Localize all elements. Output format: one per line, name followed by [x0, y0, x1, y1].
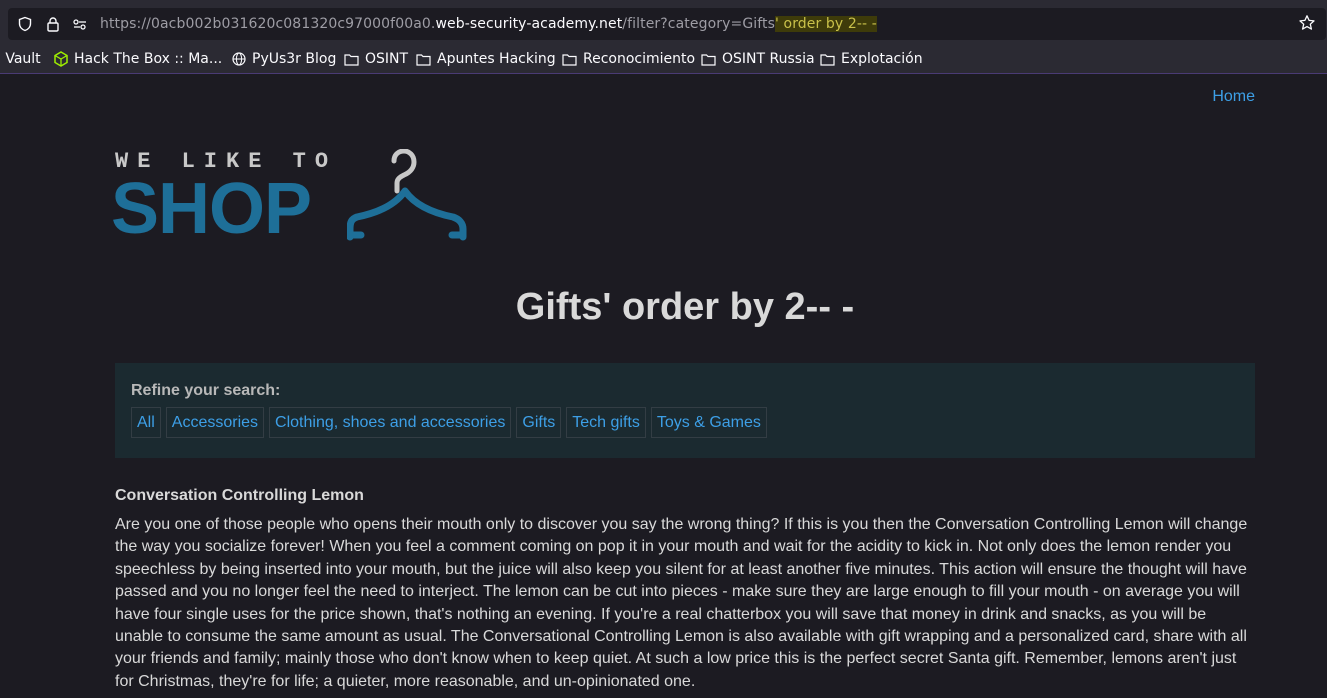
filter-tech-gifts[interactable]: Tech gifts — [566, 407, 646, 438]
filter-accessories[interactable]: Accessories — [165, 407, 265, 438]
url-domain: web-security-academy.net — [435, 16, 623, 32]
folder-icon — [562, 53, 577, 66]
filter-toys-games[interactable]: Toys & Games — [650, 407, 767, 438]
bookmark-pyus3r-blog[interactable]: PyUs3r Blog — [232, 50, 336, 68]
bookmark-label: g Vault — [0, 51, 41, 67]
bookmark-folder-osint[interactable]: OSINT — [344, 50, 408, 68]
page-content: Home WE LIKE TO SHOP Gifts' order by 2--… — [0, 74, 1327, 698]
url-path: /filter?category=Gifts — [622, 16, 776, 32]
bookmark-label: Reconocimiento — [583, 51, 696, 67]
folder-icon — [820, 53, 835, 66]
search-filters: Refine your search: All Accessories Clot… — [115, 363, 1255, 458]
bookmark-vault[interactable]: g Vault — [0, 50, 41, 68]
hanger-icon — [347, 149, 467, 241]
url-scheme-subdomain: https://0acb002b031620c081320c97000f00a0… — [100, 16, 436, 32]
bookmark-label: Apuntes Hacking — [437, 51, 556, 67]
bookmark-folder-osint-russia[interactable]: OSINT Russia — [701, 50, 815, 68]
folder-icon — [344, 53, 359, 66]
bookmark-star-icon[interactable] — [1298, 14, 1316, 36]
bookmark-label: OSINT — [365, 51, 409, 67]
logo-wordmark: SHOP — [111, 169, 312, 249]
site-permissions-icon[interactable] — [72, 16, 88, 32]
filter-all[interactable]: All — [131, 407, 161, 438]
shop-logo[interactable]: WE LIKE TO SHOP — [111, 149, 475, 247]
url-highlighted-payload: ' order by 2-- - — [775, 16, 877, 32]
bookmark-label: Explotación — [841, 51, 923, 67]
address-bar[interactable]: https://0acb002b031620c081320c97000f00a0… — [8, 8, 1326, 40]
bookmarks-toolbar: g Vault Hack The Box :: Ma... PyUs3r Blo… — [0, 44, 1327, 74]
folder-icon — [416, 53, 431, 66]
globe-icon — [232, 52, 246, 66]
filter-categories: All Accessories Clothing, shoes and acce… — [131, 407, 767, 438]
bookmark-label: PyUs3r Blog — [252, 51, 337, 67]
bookmark-hackthebox[interactable]: Hack The Box :: Ma... — [54, 50, 222, 68]
filter-clothing[interactable]: Clothing, shoes and accessories — [269, 407, 512, 438]
lock-icon[interactable] — [45, 16, 61, 32]
filter-label: Refine your search: — [131, 382, 281, 399]
folder-icon — [701, 53, 716, 66]
product-name: Conversation Controlling Lemon — [115, 487, 364, 504]
home-link[interactable]: Home — [1212, 88, 1255, 106]
tracking-protection-shield-icon[interactable] — [17, 16, 33, 32]
bookmark-folder-reconocimiento[interactable]: Reconocimiento — [562, 50, 695, 68]
filter-gifts[interactable]: Gifts — [516, 407, 562, 438]
bookmark-label: Hack The Box :: Ma... — [74, 51, 223, 67]
product-description: Are you one of those people who opens th… — [115, 516, 1248, 690]
page-title: Gifts' order by 2-- - — [515, 286, 855, 328]
bookmark-label: OSINT Russia — [722, 51, 815, 67]
bookmark-folder-explotacion[interactable]: Explotación — [820, 50, 923, 68]
browser-toolbar: https://0acb002b031620c081320c97000f00a0… — [0, 0, 1327, 44]
url-text[interactable]: https://0acb002b031620c081320c97000f00a0… — [100, 14, 877, 34]
bookmark-folder-apuntes-hacking[interactable]: Apuntes Hacking — [416, 50, 556, 68]
htb-cube-icon — [54, 51, 68, 67]
